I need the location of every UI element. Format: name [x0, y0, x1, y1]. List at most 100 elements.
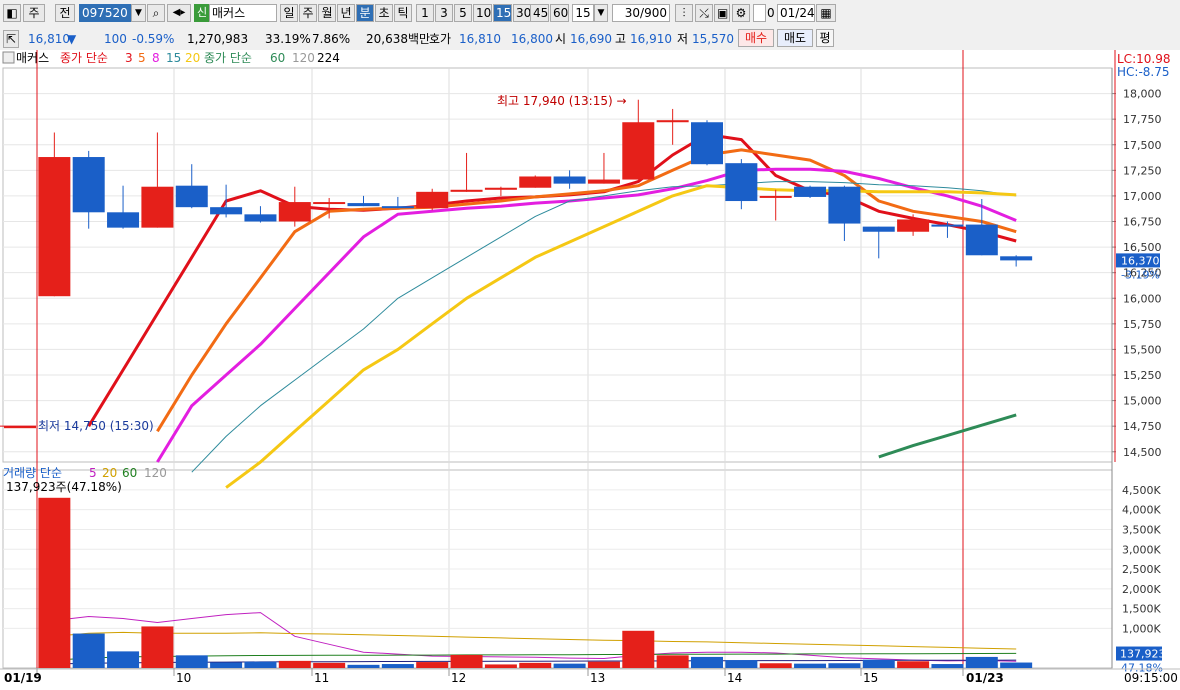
checkbox-label: 0 [767, 6, 775, 20]
volume-bar [278, 660, 311, 668]
calendar-icon[interactable]: ▦ [816, 4, 836, 22]
candle-body [416, 191, 449, 209]
gear-icon[interactable]: ⚙ [732, 4, 750, 22]
interval-60[interactable]: 60 [550, 4, 569, 22]
volume-ma-5: 5 [89, 466, 97, 480]
menu-icon[interactable]: ◧ [3, 4, 21, 22]
low-annotation: 최저 14,750 (15:30) [38, 419, 154, 433]
period-month[interactable]: 월 [318, 4, 336, 22]
volume-bar [175, 655, 208, 668]
save-icon[interactable]: ▣ [714, 4, 730, 22]
volume-tick-label: 2,500K [1122, 563, 1161, 576]
stock-name: 매커스 [209, 4, 277, 22]
volume-ma-60: 60 [122, 466, 137, 480]
volume-bar [519, 662, 552, 668]
candle-body [553, 176, 586, 184]
volume-bar [553, 663, 586, 668]
period-year[interactable]: 년 [337, 4, 355, 22]
sell-button[interactable]: 매도 [777, 29, 813, 47]
date-input[interactable]: 01/24 [777, 4, 815, 22]
price-change: 100 [104, 32, 127, 46]
volume-bar [794, 663, 827, 668]
time-axis-label: 12 [451, 671, 466, 685]
candle-body [450, 189, 483, 192]
full-toggle[interactable]: 전 [55, 4, 75, 22]
volume-bar [484, 664, 517, 668]
volume-tick-label: 3,500K [1122, 523, 1161, 536]
type-selector[interactable]: 주 [23, 4, 45, 22]
candle-body [72, 157, 105, 213]
candle-body [931, 224, 964, 227]
price-tick-label: 17,250 [1123, 164, 1162, 177]
candle-body [484, 187, 517, 190]
candle-body [141, 186, 174, 228]
period-week[interactable]: 주 [299, 4, 317, 22]
candle-body [587, 179, 620, 184]
search-icon[interactable]: ⌕ [147, 4, 165, 22]
stock-code-input[interactable]: 097520 [79, 4, 131, 22]
interval-10[interactable]: 10 [473, 4, 492, 22]
volume-bar [1000, 662, 1033, 668]
buy-button[interactable]: 매수 [738, 29, 774, 47]
interval-45[interactable]: 45 [530, 4, 549, 22]
time-axis-label: 01/19 [4, 671, 42, 685]
volume-tick-label: 2,000K [1122, 583, 1161, 596]
price-tick-label: 15,250 [1123, 369, 1162, 382]
link-icon[interactable]: ⇱ [3, 30, 19, 48]
candle-settings-icon[interactable]: ⫶ [675, 4, 693, 22]
price-change-pct: -0.59% [132, 32, 175, 46]
price-tick-label: 14,750 [1123, 420, 1162, 433]
volume-tick-label: 1,500K [1122, 603, 1161, 616]
low-label: 저 [677, 32, 689, 46]
price-tick-label: 18,000 [1123, 88, 1162, 101]
volume-bar [965, 656, 998, 668]
legend-ma-20: 20 [185, 51, 200, 65]
volume-bar [828, 663, 861, 668]
time-axis-label: 10 [176, 671, 191, 685]
date-checkbox[interactable] [753, 4, 766, 22]
volume-tick-label: 4,000K [1122, 504, 1161, 517]
interval-5[interactable]: 5 [454, 4, 472, 22]
interval-3[interactable]: 3 [435, 4, 453, 22]
new-badge: 신 [194, 4, 209, 22]
interval-1[interactable]: 1 [416, 4, 434, 22]
volume-tick-label: 3,000K [1122, 543, 1161, 556]
candle-body [381, 206, 414, 209]
price-tick-label: 16,000 [1123, 292, 1162, 305]
candle-body [759, 195, 792, 198]
pane-menu-icon[interactable] [2, 51, 15, 64]
price-chart[interactable]: 18,000 17,750 17,500 17,250 17,000 16,750 16,5… [0, 50, 1180, 690]
price-tick-label: 15,500 [1123, 343, 1162, 356]
time-axis-label: 15 [863, 671, 878, 685]
code-dropdown-icon[interactable]: ▼ [131, 4, 146, 22]
period-second[interactable]: 초 [375, 4, 393, 22]
volume-bar [141, 626, 174, 668]
volume-summary: 137,923주(47.18%) [6, 480, 122, 494]
volume-bar [759, 663, 792, 668]
price-tick-label: 15,000 [1123, 395, 1162, 408]
price-tick-label: 17,000 [1123, 190, 1162, 203]
evaluate-button[interactable]: 평 [816, 29, 834, 47]
volume-bar [107, 651, 140, 668]
speaker-icon[interactable]: ◀▸ [167, 4, 191, 22]
open-label: 시 [555, 32, 567, 46]
candle-body [691, 122, 723, 165]
ask-label: 호가 [429, 32, 452, 46]
price-tick-label: 15,750 [1123, 318, 1162, 331]
volume-bar [897, 661, 930, 668]
candle-body [622, 122, 655, 180]
candle-body [897, 219, 930, 232]
draw-tools-icon[interactable]: ⤯ [695, 4, 713, 22]
interval-15[interactable]: 15 [493, 4, 512, 22]
volume-bar [381, 664, 414, 668]
period-minute[interactable]: 분 [356, 4, 374, 22]
volume-bar [725, 660, 758, 668]
period-day[interactable]: 일 [280, 4, 298, 22]
lc-label: LC:10.98 [1117, 52, 1170, 66]
period-tick[interactable]: 틱 [394, 4, 412, 22]
volume-ma-20: 20 [102, 466, 117, 480]
bar-count-input[interactable]: 30/900 [612, 4, 670, 22]
interval-select[interactable]: 15 [572, 4, 594, 22]
volume-tick-label: 1,000K [1122, 622, 1161, 635]
interval-dropdown-icon[interactable]: ▼ [594, 4, 608, 22]
